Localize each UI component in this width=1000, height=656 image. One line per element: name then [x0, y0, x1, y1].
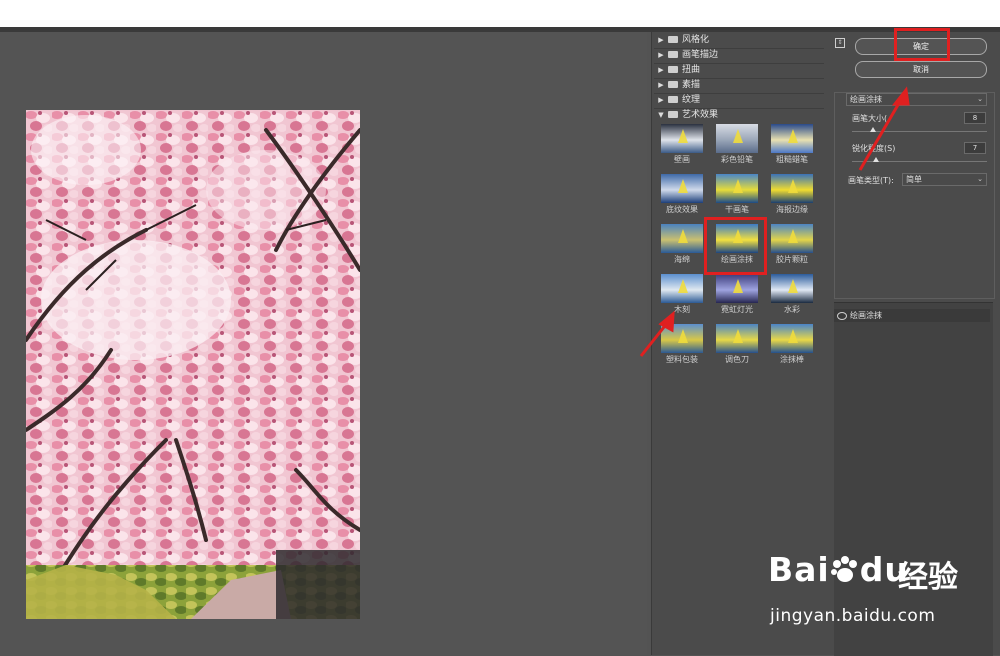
- arrow-to-ok-line: [858, 97, 904, 171]
- watermark: Bai du 经验 jingyan.baidu.com: [768, 550, 978, 635]
- watermark-logo: Bai du: [768, 550, 909, 589]
- watermark-cn: 经验: [898, 560, 958, 595]
- paw-icon: [830, 553, 860, 582]
- arrow-to-ok-head: [891, 86, 910, 106]
- watermark-url: jingyan.baidu.com: [770, 606, 936, 626]
